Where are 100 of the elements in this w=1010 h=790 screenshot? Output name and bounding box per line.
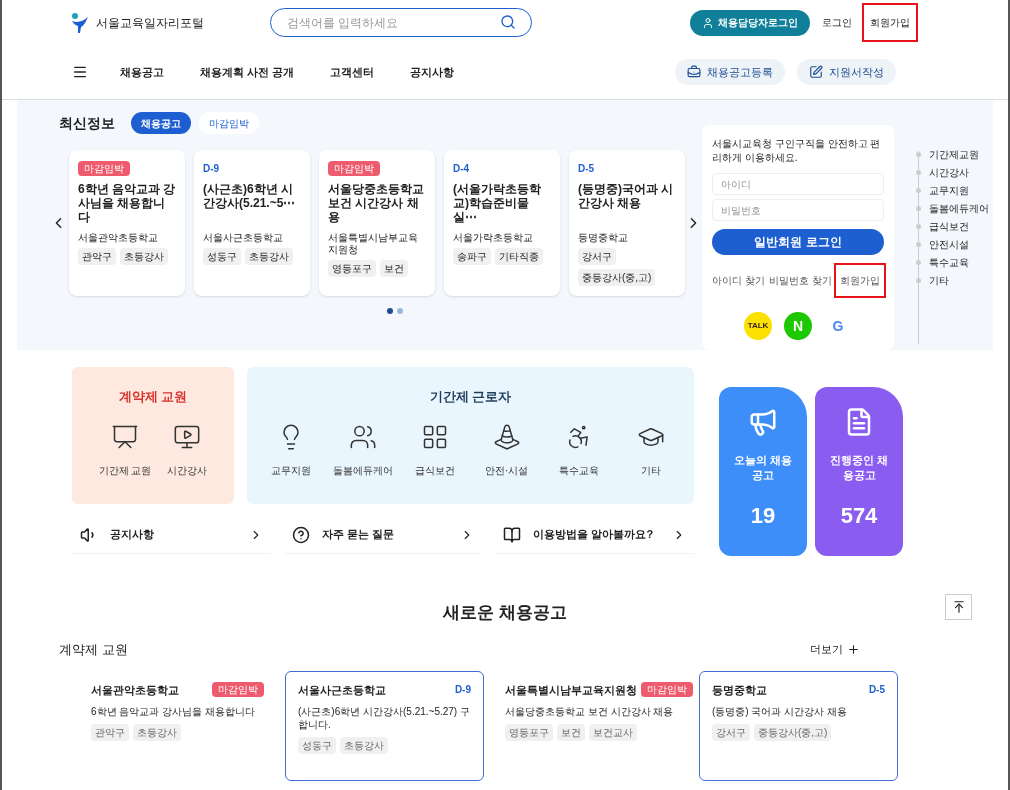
login-button[interactable]: 일반회원 로그인 [712,229,884,255]
job-title: (사근초)6학년 시간강사(5.21.~5⋯ [203,182,297,212]
school-name: 서울특별시남부교육지원청 [328,232,419,256]
nav-link[interactable]: 공지사항 [410,63,455,81]
job-title: 서울당중초등학교 보건 시간강사 채용 [328,182,425,226]
category-link[interactable]: 기간제교원 [929,146,979,162]
id-field[interactable]: 아이디 [712,173,884,195]
d-day-label: D-4 [453,162,470,176]
posting-description: 서울당중초등학교 보건 시간강사 채용 [505,704,675,718]
scroll-top-button[interactable] [945,594,972,620]
job-card[interactable]: D-5 (등명중)국어과 시간강사 채용 등명중학교 강서구 중등강사(중,고) [569,150,685,296]
nav-link[interactable]: 채용공고 [120,63,164,81]
password-field[interactable]: 비밀번호 [712,199,884,221]
nav-action-button[interactable]: 지원서작성 [797,59,896,85]
category-button[interactable]: 시간강사 [167,422,208,478]
site-title: 서울교육일자리포털 [96,14,204,32]
deadline-badge: 마감임박 [78,161,130,176]
deadline-badge: 마감임박 [641,682,693,697]
stat-label: 진행중인 채용공고 [829,453,889,483]
posting-card[interactable]: 서울사근초등학교 D-9 (사근초)6학년 시간강사(5.21.~5.27) 구합니다. 성동구 초등강사 [285,671,484,781]
school-name: 등명중학교 [712,683,767,698]
category-button[interactable]: 기타 [619,422,682,478]
tag: 초등강사 [340,736,388,754]
category-link[interactable]: 특수교육 [929,254,969,270]
more-link[interactable]: 더보기 [810,641,860,658]
briefcase-icon [687,65,701,79]
account-link[interactable]: 아이디 찾기 [712,273,765,288]
kakao-talk-logo[interactable]: TALK [744,312,772,340]
manager-login-button[interactable]: 채용담당자로그인 [690,9,810,36]
school-name: 서울특별시남부교육지원청 [505,683,637,698]
tag: 관악구 [91,723,129,741]
job-title: 6학년 음악교과 강사님을 채용합니다 [78,182,176,226]
megaphone-icon [748,407,778,437]
category-button[interactable]: 기간제 교원 [98,422,152,478]
tag: 송파구 [453,248,491,265]
menu-icon[interactable] [72,64,88,80]
tab[interactable]: 채용공고 [131,112,191,134]
arrow-up-icon [951,600,966,614]
tag: 영등포구 [505,723,553,741]
school-name: 서울관악초등학교 [91,683,179,698]
tag: 중등강사(중,고) [578,269,656,286]
category-button[interactable]: 급식보건 [403,422,466,478]
header-link[interactable]: 로그인 [822,15,852,30]
school-name: 등명중학교 [578,232,629,244]
school-name: 서울사근초등학교 [203,232,284,244]
nav-action-button[interactable]: 채용공고등록 [675,59,785,85]
pencil-square-icon [809,65,823,79]
subsection-title: 계약제 교원 [59,640,129,659]
deadline-badge: 마감임박 [328,161,380,176]
school-name: 서울가락초등학교 [453,232,534,244]
book-icon [503,525,522,544]
category-button[interactable]: 교무지원 [259,422,322,478]
search-field[interactable]: 검색어를 입력하세요 [270,8,532,37]
job-card[interactable]: D-9 (사근초)6학년 시간강사(5.21.~5⋯ 서울사근초등학교 성동구 초등강사 [194,150,310,296]
stat-label: 오늘의 채용공고 [733,453,793,483]
posting-card[interactable]: 서울관악초등학교 마감임박 6학년 음악교과 강사님을 채용합니다 관악구 초등강사 [78,671,277,781]
category-link[interactable]: 시간강사 [929,164,969,180]
category-button[interactable]: 특수교육 [547,422,610,478]
tag: 영등포구 [328,260,376,277]
job-title: (서울가락초등학교)학습준비물실⋯ [453,182,542,226]
d-day-label: D-9 [454,683,471,697]
job-title: (등명중)국어과 시간강사 채용 [578,182,675,212]
category-link[interactable]: 급식보건 [929,218,969,234]
nav-link[interactable]: 고객센터 [330,63,375,81]
category-link[interactable]: 교무지원 [929,182,969,198]
posting-card[interactable]: 등명중학교 D-5 (등명중) 국어과 시간강사 채용 강서구 중등강사(중,고) [699,671,898,781]
category-button[interactable]: 안전·시설 [475,422,538,478]
posting-description: (사근초)6학년 시간강사(5.21.~5.27) 구합니다. [298,704,471,731]
panel-title: 기간제 근로자 [429,388,512,406]
category-link[interactable]: 돌봄에듀케어 [929,200,989,216]
logo-icon [70,11,90,34]
tag: 강서구 [578,248,616,265]
posting-card[interactable]: 서울특별시남부교육지원청 마감임박 서울당중초등학교 보건 시간강사 채용 영등포구 보건 보건교사 [492,671,691,781]
category-button[interactable]: 돌봄에듀케어 [331,422,394,478]
job-card[interactable]: 마감임박 6학년 음악교과 강사님을 채용합니다 서울관악초등학교 관악구 초등강사 [69,150,185,296]
d-day-label: D-5 [578,162,595,176]
tag: 초등강사 [120,248,168,265]
account-link[interactable]: 비밀번호 찾기 [769,273,832,288]
account-link[interactable]: 회원가입 [836,265,884,296]
traffic-cone-icon [492,422,521,451]
tag: 관악구 [78,248,116,265]
user-icon [702,16,714,29]
header-link[interactable]: 회원가입 [864,5,916,40]
school-name: 서울관악초등학교 [78,232,159,244]
posting-description: (등명중) 국어과 시간강사 채용 [712,704,848,718]
stat-count: 19 [750,502,776,530]
tab[interactable]: 마감임박 [199,112,259,134]
job-card[interactable]: 마감임박 서울당중초등학교 보건 시간강사 채용 서울특별시남부교육지원청 영등포구 보건 [319,150,435,296]
deadline-badge: 마감임박 [212,682,264,697]
search-icon[interactable] [500,14,516,30]
category-link[interactable]: 기타 [929,272,949,288]
d-day-label: D-9 [203,162,220,176]
tag: 중등강사(중,고) [754,723,832,741]
nav-link[interactable]: 채용계획 사전 공개 [200,63,295,81]
category-link[interactable]: 안전시설 [929,236,969,252]
panel-title: 계약제 교원 [118,388,188,406]
stat-card[interactable]: 진행중인 채용공고 574 [815,387,903,556]
job-card[interactable]: D-4 (서울가락초등학교)학습준비물실⋯ 서울가락초등학교 송파구 기타직종 [444,150,560,296]
tag: 기타직종 [495,248,543,265]
d-day-label: D-5 [868,683,885,697]
